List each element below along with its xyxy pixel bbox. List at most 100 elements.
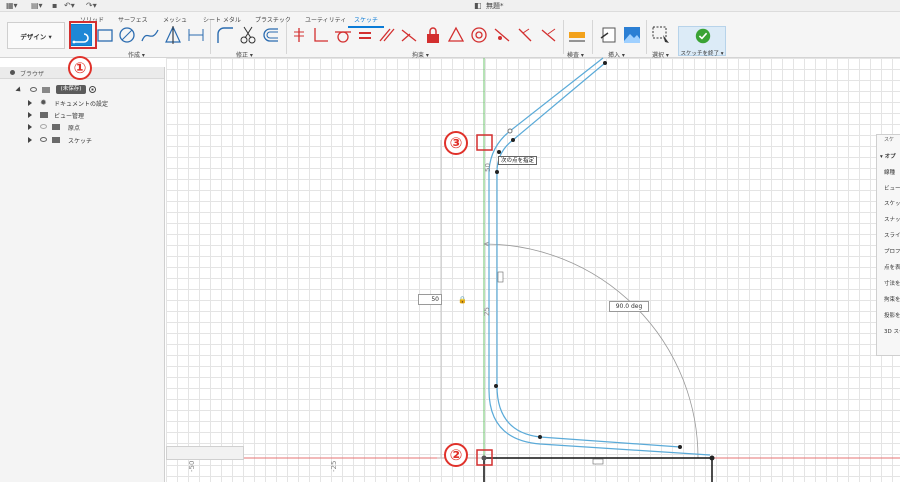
smooth-icon: [541, 28, 556, 42]
visibility-eye-icon[interactable]: [30, 87, 37, 92]
activate-radio-icon[interactable]: [89, 86, 96, 93]
expand-arrow-icon[interactable]: [28, 100, 32, 106]
offset-tool-button[interactable]: [260, 24, 282, 46]
tangent-constraint-button[interactable]: [332, 24, 354, 46]
palette-row[interactable]: スライ: [884, 231, 900, 239]
palette-row[interactable]: 投影を: [884, 311, 900, 319]
dimension-icon: [188, 29, 204, 41]
line-tool-button[interactable]: [70, 24, 92, 46]
insert-icon: [600, 27, 616, 43]
circle-tool-button[interactable]: [116, 24, 138, 46]
lock-constraint-button[interactable]: [422, 24, 444, 46]
trim-tool-button[interactable]: [237, 24, 259, 46]
rectangle-tool-button[interactable]: [94, 24, 116, 46]
palette-row[interactable]: 点を表: [884, 263, 900, 271]
divider: [210, 20, 211, 54]
midpoint-constraint-button[interactable]: [445, 24, 467, 46]
tab-mesh[interactable]: メッシュ: [163, 15, 187, 24]
expand-arrow-icon[interactable]: [28, 124, 32, 130]
cursor-tooltip: 次の点を指定: [498, 156, 538, 165]
undo-icon[interactable]: ↶▾: [64, 1, 75, 10]
browser-root-row[interactable]: (未保存): [0, 84, 165, 96]
browser-item[interactable]: 原点: [0, 121, 165, 133]
visibility-eye-icon[interactable]: [40, 137, 47, 142]
tab-sheet-metal[interactable]: シート メタル: [203, 15, 241, 24]
axis-label: 50: [484, 163, 492, 172]
select-tool-button[interactable]: [650, 24, 672, 46]
lock-icon[interactable]: 🔒: [458, 296, 467, 304]
collapse-icon[interactable]: [10, 70, 15, 75]
grid-menu-icon[interactable]: ▦▾: [6, 1, 18, 10]
browser-item[interactable]: ✹ ドキュメントの設定: [0, 97, 165, 109]
fix-constraint-button[interactable]: [288, 24, 310, 46]
title-bar: ▦▾ ▤▾ ▪ ↶▾ ↷▾ ◧ 無題*: [0, 0, 900, 12]
canvas-status-box: [166, 446, 244, 460]
rectangle-icon: [97, 29, 113, 42]
offset-icon: [263, 28, 278, 42]
annotation-badge-3: ③: [444, 131, 468, 155]
redo-icon[interactable]: ↷▾: [86, 1, 97, 10]
mirror-tool-button[interactable]: [162, 24, 184, 46]
gear-icon: ✹: [40, 98, 47, 107]
file-menu-icon[interactable]: ▤▾: [31, 1, 43, 10]
palette-row[interactable]: ビュー: [884, 184, 900, 192]
parallel-constraint-button[interactable]: [376, 24, 398, 46]
concentric-constraint-button[interactable]: [468, 24, 490, 46]
smooth-constraint-button[interactable]: [538, 24, 560, 46]
check-icon: [695, 28, 711, 44]
workspace-switcher[interactable]: デザイン ▾: [7, 22, 65, 49]
measure-tool-button[interactable]: [566, 24, 588, 46]
tab-surface[interactable]: サーフェス: [118, 15, 148, 24]
fillet-tool-button[interactable]: [214, 24, 236, 46]
folder-icon: [52, 124, 60, 130]
mirror-triangle-icon: [165, 26, 181, 44]
sketch-palette: スケ ▾ オプ 線種 ビュー スケッチ スナップ スライ プロファ 点を表 寸法…: [876, 134, 900, 356]
browser-panel: ブラウザ (未保存) ✹ ドキュメントの設定 ビュー管理 原点 スケッチ: [0, 67, 165, 482]
browser-item[interactable]: スケッチ: [0, 134, 165, 146]
browser-item[interactable]: ビュー管理: [0, 109, 165, 121]
ruler-label: -50: [188, 460, 196, 472]
collinear-icon: [401, 29, 417, 42]
dimension-tool-button[interactable]: [185, 24, 207, 46]
palette-row[interactable]: 寸法を: [884, 279, 900, 287]
length-dimension-input[interactable]: 50: [418, 294, 442, 305]
palette-section-options[interactable]: ▾ オプ: [880, 152, 900, 160]
line-icon: [72, 33, 89, 44]
axis-label: 25: [483, 307, 491, 316]
document-title: 無題*: [486, 2, 504, 10]
palette-row[interactable]: スナップ: [884, 215, 900, 223]
spline-icon: [141, 29, 159, 42]
palette-row[interactable]: 拘束を: [884, 295, 900, 303]
insert-canvas-button[interactable]: [621, 24, 643, 46]
palette-row[interactable]: プロファ: [884, 247, 900, 255]
coincident-icon: [494, 28, 510, 42]
equal-constraint-button[interactable]: [354, 24, 376, 46]
finish-sketch-label: スケッチを終了 ▾: [680, 51, 724, 57]
tab-utility[interactable]: ユーティリティ: [305, 15, 346, 24]
palette-row[interactable]: スケッチ: [884, 199, 900, 207]
divider: [286, 20, 287, 54]
sketch-canvas[interactable]: [166, 58, 900, 482]
annotation-badge-2: ②: [444, 443, 468, 467]
spline-tool-button[interactable]: [139, 24, 161, 46]
circle-icon: [119, 27, 135, 43]
coincident-constraint-button[interactable]: [491, 24, 513, 46]
visibility-eye-icon[interactable]: [40, 124, 47, 129]
expand-arrow-icon[interactable]: [28, 112, 32, 118]
palette-row[interactable]: 3D スケ: [884, 327, 900, 335]
folder-icon: [40, 112, 48, 118]
parallel-icon: [379, 28, 395, 42]
palette-header[interactable]: スケ: [884, 136, 900, 143]
collinear-constraint-button[interactable]: [398, 24, 420, 46]
insert-dxf-button[interactable]: [598, 24, 620, 46]
angle-dimension-input[interactable]: 90.0 deg: [609, 301, 649, 312]
save-icon[interactable]: ▪: [52, 1, 57, 10]
perpendicular-constraint-button[interactable]: [310, 24, 332, 46]
root-component-name[interactable]: (未保存): [56, 85, 86, 94]
create-group-label[interactable]: 作成 ▾: [128, 50, 145, 59]
expand-arrow-icon[interactable]: [28, 137, 32, 143]
palette-row[interactable]: 線種: [884, 168, 900, 176]
tab-solid[interactable]: ソリッド: [80, 15, 104, 24]
symmetry-constraint-button[interactable]: [514, 24, 536, 46]
expand-arrow-icon[interactable]: [15, 86, 23, 94]
